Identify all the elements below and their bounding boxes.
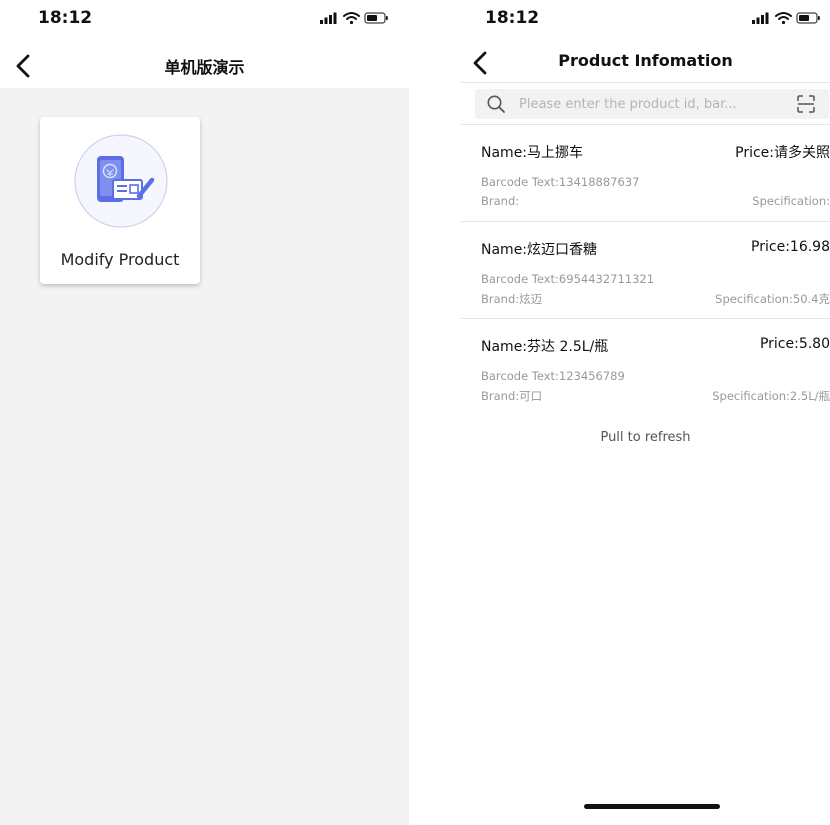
search-input[interactable] <box>519 93 759 115</box>
status-icons <box>752 12 820 25</box>
right-screen: 18:12 Product Infomation Please enter th… <box>461 0 830 825</box>
battery-icon <box>796 12 820 24</box>
product-barcode: Barcode Text:13418887637 <box>481 175 640 189</box>
search-bar <box>475 89 829 119</box>
product-brand: Brand: <box>481 194 520 208</box>
status-icons <box>320 12 388 25</box>
status-bar: 18:12 <box>461 0 830 36</box>
product-name: Name:马上挪车 <box>481 145 584 161</box>
status-bar: 18:12 <box>0 0 409 36</box>
divider <box>461 82 830 83</box>
status-time: 18:12 <box>38 8 93 28</box>
battery-icon <box>364 12 388 24</box>
home-indicator[interactable] <box>584 804 720 809</box>
list-item-product-1[interactable]: Name:马上挪车 Price:请多关照 Barcode Text:134188… <box>461 125 830 221</box>
pull-to-refresh-label: Pull to refresh <box>600 430 691 445</box>
product-specification: Specification: <box>752 194 830 208</box>
page-title: 单机版演示 <box>164 58 245 77</box>
signal-icon <box>752 12 769 24</box>
list-item-product-3[interactable]: Name:芬达 2.5L/瓶 Price:5.80 Barcode Text:1… <box>461 319 830 415</box>
nav-bar: Product Infomation <box>461 41 830 85</box>
product-price: Price:5.80 <box>759 336 830 352</box>
search-icon <box>487 95 505 113</box>
product-price: Price:16.98 <box>751 239 830 255</box>
nav-bar: 单机版演示 <box>0 44 409 88</box>
product-name: Name:炫迈口香糖 <box>481 242 598 258</box>
product-price: Price:请多关照 <box>735 145 830 161</box>
product-barcode: Barcode Text:6954432711321 <box>481 272 655 286</box>
product-barcode: Barcode Text:123456789 <box>481 369 625 383</box>
left-screen: 18:12 单机版演示 Modify Product <box>0 0 409 825</box>
wifi-icon <box>343 12 360 25</box>
product-specification: Specification:50.4克 <box>715 292 830 306</box>
product-brand: Brand:可口 <box>481 389 543 403</box>
product-edit-icon <box>74 134 168 228</box>
page-title: Product Infomation <box>558 51 733 70</box>
product-brand: Brand:炫迈 <box>481 292 543 306</box>
signal-icon <box>320 12 337 24</box>
modify-product-label: Modify Product <box>60 250 180 269</box>
product-specification: Specification:2.5L/瓶 <box>712 389 830 403</box>
list-item-product-2[interactable]: Name:炫迈口香糖 Price:16.98 Barcode Text:6954… <box>461 222 830 318</box>
product-name: Name:芬达 2.5L/瓶 <box>481 339 609 355</box>
wifi-icon <box>775 12 792 25</box>
modify-product-card[interactable]: Modify Product <box>40 117 200 284</box>
status-time: 18:12 <box>485 8 540 28</box>
scan-icon[interactable] <box>796 94 816 114</box>
